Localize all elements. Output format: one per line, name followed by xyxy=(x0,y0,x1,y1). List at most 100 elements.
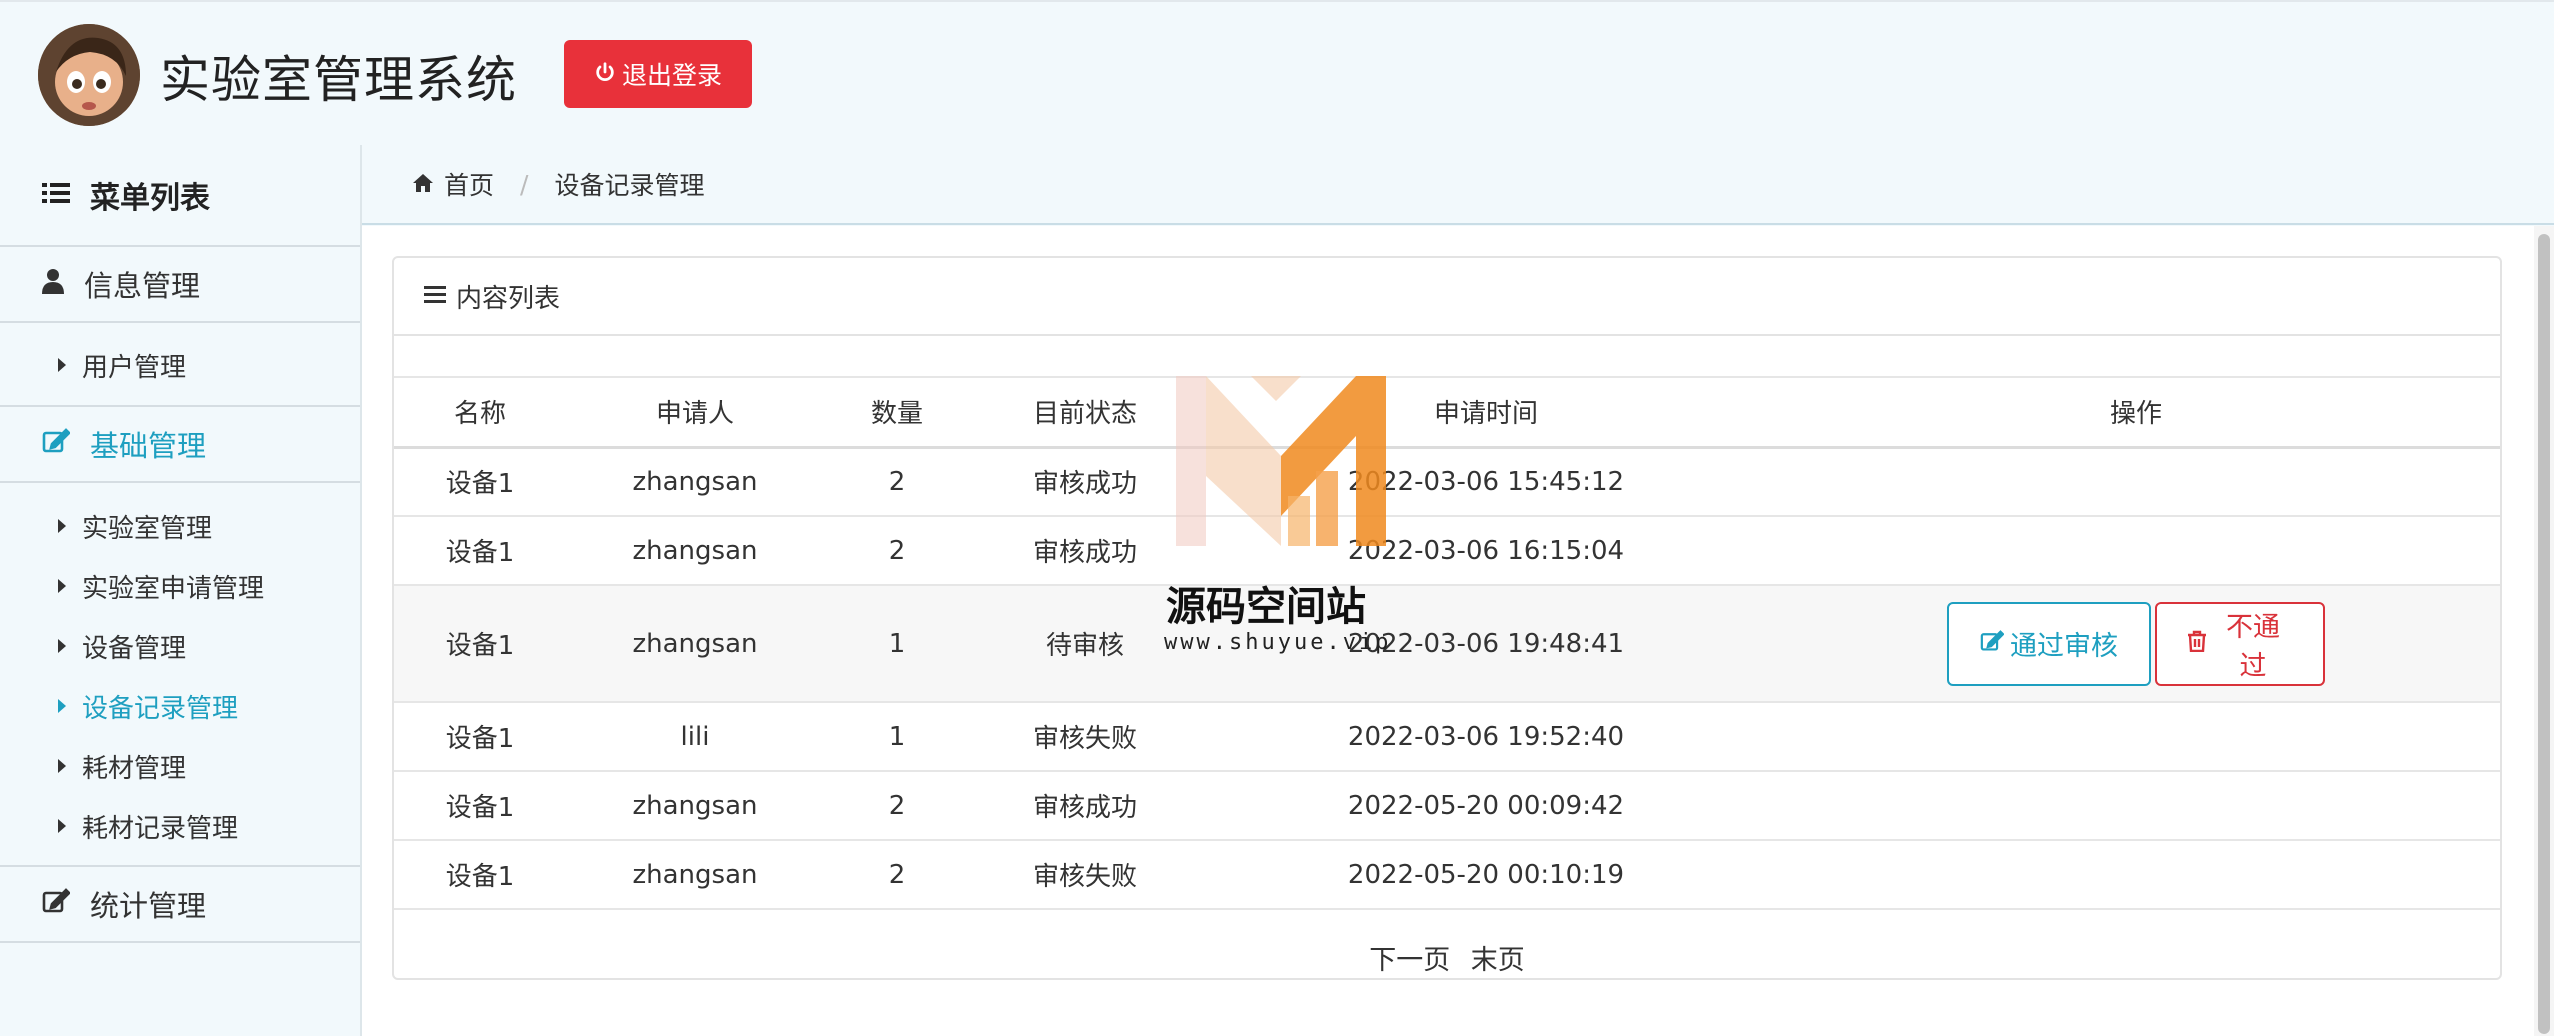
caret-right-icon xyxy=(58,819,66,833)
cell-actions xyxy=(1772,702,2500,772)
cell-status: 审核成功 xyxy=(970,771,1200,841)
table-row: 设备1 zhangsan 2 审核失败 2022-05-20 00:10:19 xyxy=(394,840,2500,910)
sidebar-item-label: 设备记录管理 xyxy=(82,693,239,724)
logout-label: 退出登录 xyxy=(621,61,722,90)
top-bar: 实验室管理系统 退出登录 xyxy=(0,0,2554,145)
home-icon xyxy=(412,170,434,199)
cell-name: 设备1 xyxy=(394,447,566,517)
sidebar-item-equipment[interactable]: 设备管理 xyxy=(0,618,360,674)
table-row: 设备1 lili 1 审核失败 2022-03-06 19:52:40 xyxy=(394,702,2500,772)
sidebar-group-label: 基础管理 xyxy=(90,429,207,463)
cell-status: 审核失败 xyxy=(970,840,1200,910)
caret-right-icon xyxy=(58,519,66,533)
cell-time: 2022-05-20 00:10:19 xyxy=(1200,840,1772,910)
records-table: 名称 申请人 数量 目前状态 申请时间 操作 设备1 zhangsan 2 审核… xyxy=(394,376,2500,910)
sidebar-group-stats[interactable]: 统计管理 xyxy=(0,865,360,943)
caret-right-icon xyxy=(58,639,66,653)
cell-quantity: 2 xyxy=(824,447,970,517)
sidebar-item-label: 实验室管理 xyxy=(82,513,213,544)
table-row: 设备1 zhangsan 2 审核成功 2022-03-06 16:15:04 xyxy=(394,516,2500,586)
sidebar-item-consumable-records[interactable]: 耗材记录管理 xyxy=(0,798,360,854)
sidebar-group-info[interactable]: 信息管理 xyxy=(0,245,360,323)
table-row: 设备1 zhangsan 1 待审核 2022-03-06 19:48:41 通… xyxy=(394,585,2500,703)
cell-quantity: 2 xyxy=(824,771,970,841)
cell-name: 设备1 xyxy=(394,702,566,772)
column-header-applicant: 申请人 xyxy=(566,376,824,449)
sidebar-group-label: 信息管理 xyxy=(84,269,201,303)
sidebar-item-label: 用户管理 xyxy=(82,352,187,383)
cell-status: 审核失败 xyxy=(970,702,1200,772)
app-title: 实验室管理系统 xyxy=(160,51,517,109)
table-row: 设备1 zhangsan 2 审核成功 2022-05-20 00:09:42 xyxy=(394,771,2500,841)
next-page-link[interactable]: 下一页 xyxy=(1369,945,1450,976)
edit-icon xyxy=(1980,628,2005,659)
cell-name: 设备1 xyxy=(394,516,566,586)
sidebar-item-label: 耗材管理 xyxy=(82,753,187,784)
sidebar-item-label: 实验室申请管理 xyxy=(82,573,265,604)
sidebar-item-equipment-records[interactable]: 设备记录管理 xyxy=(0,678,360,734)
caret-right-icon xyxy=(58,358,66,372)
column-header-name: 名称 xyxy=(394,376,566,449)
edit-icon xyxy=(42,427,71,461)
cell-quantity: 2 xyxy=(824,840,970,910)
column-header-quantity: 数量 xyxy=(824,376,970,449)
cell-name: 设备1 xyxy=(394,840,566,910)
breadcrumb-current: 设备记录管理 xyxy=(554,171,705,200)
cell-name: 设备1 xyxy=(394,771,566,841)
cell-actions xyxy=(1772,840,2500,910)
breadcrumb-home[interactable]: 首页 xyxy=(444,166,494,202)
trash-icon xyxy=(2187,628,2207,659)
sidebar-item-users[interactable]: 用户管理 xyxy=(0,337,360,393)
column-header-actions: 操作 xyxy=(1772,376,2500,449)
logout-button[interactable]: 退出登录 xyxy=(564,40,752,108)
cell-applicant: zhangsan xyxy=(566,840,824,910)
scrollbar[interactable] xyxy=(2534,226,2554,1036)
cell-actions: 通过审核 不通过 xyxy=(1772,585,2500,703)
breadcrumb-separator: / xyxy=(520,169,529,199)
reject-button[interactable]: 不通过 xyxy=(2155,601,2325,686)
watermark-text: 源码空间站 xyxy=(1166,584,1366,630)
menu-icon xyxy=(424,281,446,311)
cell-time: 2022-03-06 19:52:40 xyxy=(1200,702,1772,772)
approve-label: 通过审核 xyxy=(2010,631,2118,662)
sidebar-group-basic[interactable]: 基础管理 xyxy=(0,405,360,483)
last-page-link[interactable]: 末页 xyxy=(1471,945,1525,976)
cell-applicant: zhangsan xyxy=(566,516,824,586)
cell-quantity: 1 xyxy=(824,585,970,703)
sidebar-item-label: 耗材记录管理 xyxy=(82,813,239,844)
content-panel: 内容列表 名称 申请人 数量 目前状态 申请时间 操作 设备1 zhangsan… xyxy=(392,256,2502,980)
cell-actions xyxy=(1772,447,2500,517)
cell-applicant: lili xyxy=(566,702,824,772)
cell-applicant: zhangsan xyxy=(566,771,824,841)
scrollbar-thumb[interactable] xyxy=(2538,234,2550,1034)
table-row: 设备1 zhangsan 2 审核成功 2022-03-06 15:45:12 xyxy=(394,447,2500,517)
column-header-status: 目前状态 xyxy=(970,376,1200,449)
panel-header: 内容列表 xyxy=(394,258,2500,336)
sidebar-item-consumables[interactable]: 耗材管理 xyxy=(0,738,360,794)
sidebar-group-label: 统计管理 xyxy=(90,889,207,923)
cell-name: 设备1 xyxy=(394,585,566,703)
user-icon xyxy=(42,267,64,301)
cell-applicant: zhangsan xyxy=(566,447,824,517)
sidebar: 菜单列表 信息管理 用户管理 基础管理 实验室管理 实验室申请管理 设备管理 设… xyxy=(0,145,362,1036)
sidebar-item-lab-apply[interactable]: 实验室申请管理 xyxy=(0,558,360,614)
cell-applicant: zhangsan xyxy=(566,585,824,703)
sidebar-item-lab[interactable]: 实验室管理 xyxy=(0,498,360,554)
avatar xyxy=(38,24,140,126)
caret-right-icon xyxy=(58,699,66,713)
watermark-url: www.shuyue.vip xyxy=(1164,630,1392,655)
cell-time: 2022-03-06 15:45:12 xyxy=(1200,447,1772,517)
column-header-time: 申请时间 xyxy=(1200,376,1772,449)
approve-button[interactable]: 通过审核 xyxy=(1947,601,2151,686)
table-header-row: 名称 申请人 数量 目前状态 申请时间 操作 xyxy=(394,376,2500,449)
caret-right-icon xyxy=(58,579,66,593)
sidebar-item-label: 设备管理 xyxy=(82,633,187,664)
cell-quantity: 2 xyxy=(824,516,970,586)
panel-title: 内容列表 xyxy=(456,283,561,314)
breadcrumb: 首页 / 设备记录管理 xyxy=(362,145,2554,225)
records-table-wrapper: 名称 申请人 数量 目前状态 申请时间 操作 设备1 zhangsan 2 审核… xyxy=(394,376,2500,910)
power-icon xyxy=(594,60,616,89)
sidebar-heading-label: 菜单列表 xyxy=(90,181,210,216)
sidebar-heading: 菜单列表 xyxy=(0,145,360,245)
cell-actions xyxy=(1772,771,2500,841)
